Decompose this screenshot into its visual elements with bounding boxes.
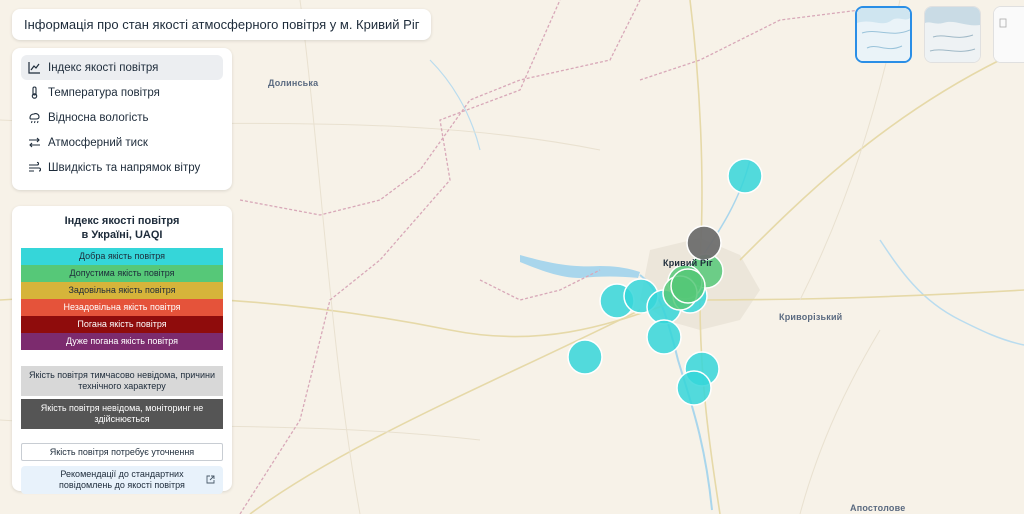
map-label-kryvorizkyi: Криворізький: [779, 312, 843, 322]
layer-item-wind[interactable]: Швидкість та напрямок вітру: [21, 155, 223, 180]
station-marker-good[interactable]: [676, 370, 712, 406]
legend-level-satisfactory: Задовільна якість повітря: [21, 282, 223, 299]
layer-item-label: Індекс якості повітря: [48, 61, 159, 74]
layer-item-label: Температура повітря: [48, 86, 160, 99]
external-link-icon: [206, 475, 215, 487]
terrain-basemap-thumbnail-icon: [925, 7, 980, 62]
legend-level-good: Добра якість повітря: [21, 248, 223, 265]
legend-level-acceptable: Допустима якість повітря: [21, 265, 223, 282]
station-marker-unknown[interactable]: [686, 225, 722, 261]
layer-item-label: Атмосферний тиск: [48, 136, 148, 149]
recommendations-link[interactable]: Рекомендації до стандартних повідомлень …: [21, 466, 223, 494]
legend-unavailable-technical: Якість повітря тимчасово невідома, причи…: [21, 366, 223, 396]
legend-title: Індекс якості повітря в Україні, UAQI: [21, 214, 223, 242]
humidity-icon: [27, 111, 41, 125]
map-label-dolynska: Долинська: [268, 78, 319, 88]
basemap-terrain-button[interactable]: [924, 6, 981, 63]
station-marker-good[interactable]: [727, 158, 763, 194]
basemap-light-button[interactable]: [855, 6, 912, 63]
page-title-text: Інформація про стан якості атмосферного …: [24, 17, 420, 32]
map-label-apostolove: Апостолове: [850, 503, 906, 513]
map-label-kryvyi-rih: Кривий Ріг: [663, 258, 713, 268]
legend-needs-clarification: Якість повітря потребує уточнення: [21, 443, 223, 461]
basemap-plain-button[interactable]: [993, 6, 1024, 63]
plain-basemap-thumbnail-icon: [994, 7, 1024, 62]
layer-item-humidity[interactable]: Відносна вологість: [21, 105, 223, 130]
layer-selector: Індекс якості повітря Температура повітр…: [12, 48, 232, 190]
wind-icon: [27, 161, 41, 175]
page-title: Інформація про стан якості атмосферного …: [12, 9, 432, 40]
light-basemap-thumbnail-icon: [857, 8, 910, 61]
legend-level-very-bad: Дуже погана якість повітря: [21, 333, 223, 350]
legend-levels: Добра якість повітря Допустима якість по…: [21, 248, 223, 350]
layer-item-aqi[interactable]: Індекс якості повітря: [21, 55, 223, 80]
layer-item-label: Швидкість та напрямок вітру: [48, 161, 201, 174]
legend-level-bad: Погана якість повітря: [21, 316, 223, 333]
station-marker-good[interactable]: [646, 319, 682, 355]
chart-icon: [27, 61, 41, 75]
legend-title-line1: Індекс якості повітря: [64, 215, 180, 227]
station-marker-good[interactable]: [567, 339, 603, 375]
layer-item-pressure[interactable]: Атмосферний тиск: [21, 130, 223, 155]
thermometer-icon: [27, 86, 41, 100]
layer-item-temperature[interactable]: Температура повітря: [21, 80, 223, 105]
legend-title-line2: в Україні, UAQI: [81, 229, 163, 241]
aqi-legend: Індекс якості повітря в Україні, UAQI До…: [12, 206, 232, 494]
recommendations-link-text: Рекомендації до стандартних повідомлень …: [59, 469, 185, 490]
station-marker-acceptable[interactable]: [670, 268, 706, 304]
legend-level-unsatisfactory: Незадовільна якість повітря: [21, 299, 223, 316]
layer-item-label: Відносна вологість: [48, 111, 149, 124]
pressure-arrows-icon: [27, 136, 41, 150]
legend-unknown-no-monitoring: Якість повітря невідома, моніторинг не з…: [21, 399, 223, 429]
